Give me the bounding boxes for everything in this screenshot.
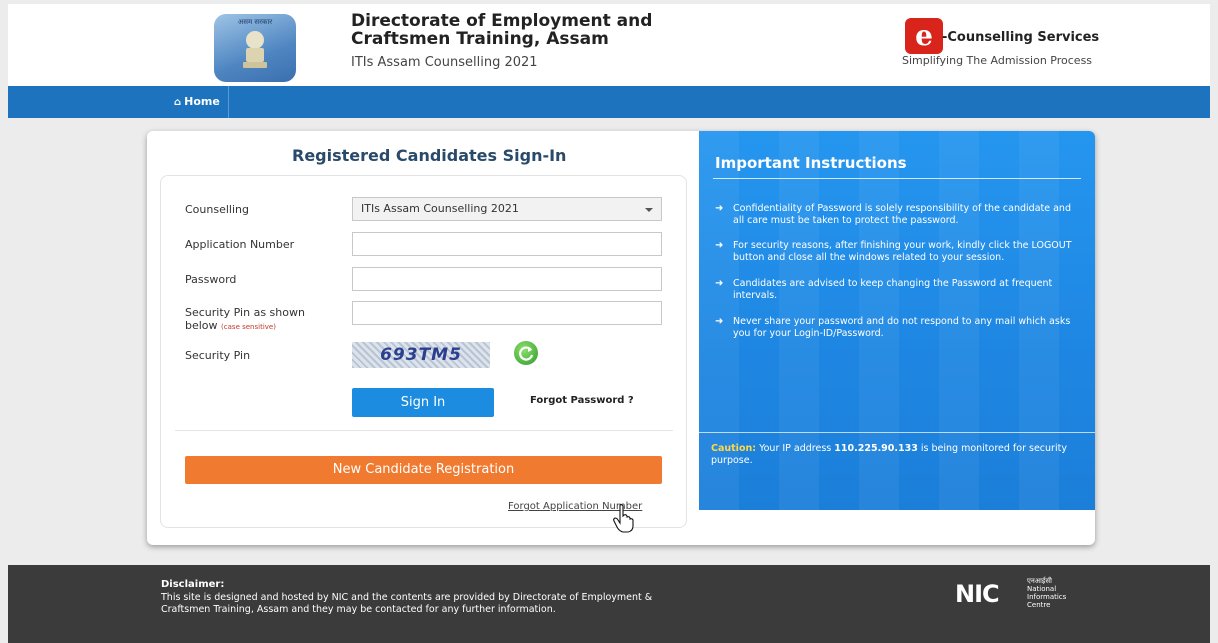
nav-home-link[interactable]: ⌂ Home xyxy=(166,86,229,118)
security-pin-input[interactable] xyxy=(352,301,662,325)
page-subtitle: ITIs Assam Counselling 2021 xyxy=(351,55,538,70)
instruction-item: ➜ Never share your password and do not r… xyxy=(715,316,1071,339)
instruction-item: ➜ Confidentiality of Password is solely … xyxy=(715,203,1071,226)
instructions-divider xyxy=(713,178,1081,179)
arrow-right-icon: ➜ xyxy=(715,203,724,214)
forgot-password-link[interactable]: Forgot Password ? xyxy=(530,395,634,406)
arrow-right-icon: ➜ xyxy=(715,240,724,251)
emblem-text: असम सरकार xyxy=(237,18,273,26)
e-counselling-logo-icon: e xyxy=(905,18,943,54)
captcha-image: 693TM5 xyxy=(352,342,490,368)
application-number-input[interactable] xyxy=(352,232,662,256)
home-icon: ⌂ xyxy=(174,97,182,108)
disclaimer-text: This site is designed and hosted by NIC … xyxy=(161,592,653,615)
disclaimer-title: Disclaimer: xyxy=(161,579,225,590)
signin-title: Registered Candidates Sign-In xyxy=(292,146,567,165)
sign-in-button[interactable]: Sign In xyxy=(352,388,494,417)
e-counselling-tagline: Simplifying The Admission Process xyxy=(902,54,1093,67)
case-sensitive-note: (case sensitive) xyxy=(221,323,276,331)
new-candidate-registration-button[interactable]: New Candidate Registration xyxy=(185,456,662,484)
captcha-label: Security Pin xyxy=(185,349,251,362)
application-number-label: Application Number xyxy=(185,238,295,251)
chevron-down-icon xyxy=(645,208,653,212)
caution-divider xyxy=(699,432,1095,433)
page-title: Directorate of Employment and Craftsmen … xyxy=(351,11,653,49)
password-input[interactable] xyxy=(352,267,662,291)
assam-emblem-logo: असम सरकार xyxy=(214,14,296,82)
counselling-selected-value: ITIs Assam Counselling 2021 xyxy=(361,202,519,215)
caution-label: Caution: xyxy=(711,443,757,454)
hand-cursor-icon xyxy=(613,504,634,533)
security-pin-input-label: Security Pin as shown below (case sensit… xyxy=(185,306,305,332)
nic-logo-caption: एनआईसी National Informatics Centre xyxy=(1027,577,1067,609)
counselling-select[interactable]: ITIs Assam Counselling 2021 xyxy=(352,197,662,221)
lion-capital-icon xyxy=(243,31,267,68)
ip-caution-notice: Caution: Your IP address 110.225.90.133 … xyxy=(711,443,1067,466)
e-counselling-title: -Counselling Services xyxy=(942,30,1100,45)
arrow-right-icon: ➜ xyxy=(715,316,724,327)
refresh-captcha-button[interactable] xyxy=(514,341,538,365)
instruction-item: ➜ Candidates are advised to keep changin… xyxy=(715,278,1053,301)
arrow-right-icon: ➜ xyxy=(715,278,724,289)
form-divider xyxy=(175,430,673,431)
nav-home-label: Home xyxy=(184,95,220,108)
refresh-icon xyxy=(519,346,534,361)
nic-logo-mark: NIC xyxy=(955,580,1000,608)
main-navbar: ⌂ Home xyxy=(8,86,1210,118)
password-label: Password xyxy=(185,273,237,286)
instructions-title: Important Instructions xyxy=(715,154,907,172)
nic-logo: NIC एनआईसी National Informatics Centre xyxy=(955,577,1075,609)
instruction-item: ➜ For security reasons, after finishing … xyxy=(715,240,1072,263)
counselling-label: Counselling xyxy=(185,203,249,216)
ip-address: 110.225.90.133 xyxy=(834,443,918,454)
